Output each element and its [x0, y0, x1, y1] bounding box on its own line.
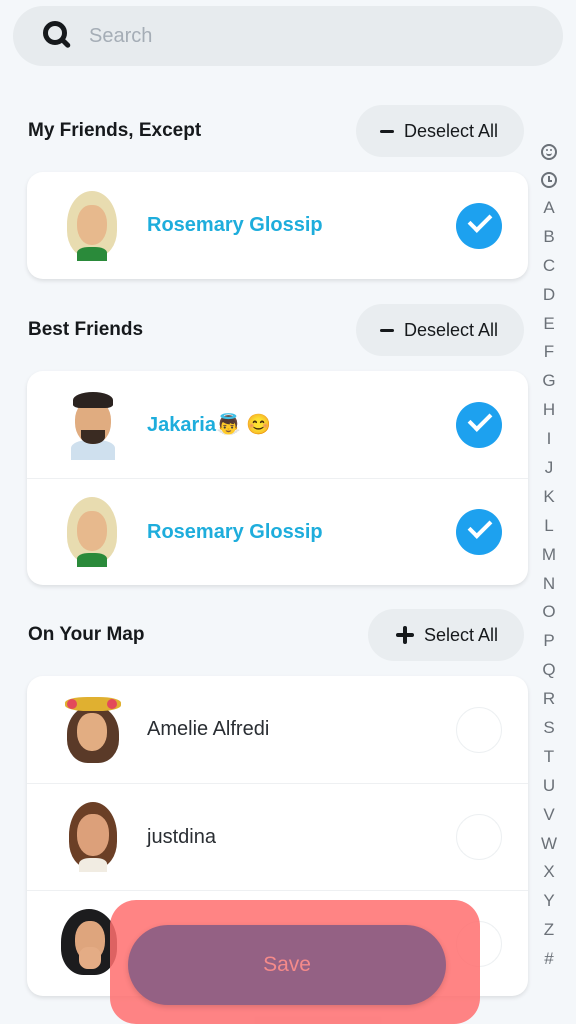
avatar: [65, 190, 121, 261]
index-letter[interactable]: A: [543, 194, 554, 223]
index-letter[interactable]: P: [543, 627, 554, 656]
friend-list-card: Rosemary Glossip: [27, 172, 528, 279]
index-letter[interactable]: U: [543, 772, 555, 801]
friend-list-card: Jakaria👼 😊 Rosemary Glossip: [27, 371, 528, 585]
button-label: Select All: [423, 624, 498, 645]
index-letter[interactable]: I: [547, 425, 552, 454]
section-best-friends: Best Friends Deselect All: [28, 304, 524, 356]
checkbox-selected[interactable]: [456, 401, 502, 448]
index-letter[interactable]: O: [542, 598, 555, 627]
index-letter[interactable]: Q: [542, 656, 555, 685]
list-item[interactable]: Amelie Alfredi: [27, 676, 528, 783]
index-letter[interactable]: Z: [544, 916, 554, 945]
checkbox-unselected[interactable]: [456, 706, 502, 753]
index-letter[interactable]: B: [543, 223, 554, 252]
index-letter[interactable]: X: [543, 858, 554, 887]
checkbox-selected[interactable]: [456, 509, 502, 555]
button-label: Deselect All: [403, 120, 498, 141]
index-letter[interactable]: J: [545, 454, 554, 483]
list-item[interactable]: Jakaria👼 😊: [27, 371, 528, 478]
section-title: Best Friends: [28, 319, 144, 340]
index-letter[interactable]: Y: [543, 887, 554, 916]
index-letter[interactable]: V: [543, 801, 554, 830]
select-all-button[interactable]: Select All: [367, 609, 524, 661]
index-letter[interactable]: F: [544, 338, 554, 367]
index-letter[interactable]: D: [543, 281, 555, 310]
index-letter[interactable]: #: [544, 945, 553, 974]
list-item[interactable]: Rosemary Glossip: [27, 478, 528, 585]
index-letter[interactable]: M: [542, 541, 556, 570]
section-title: On Your Map: [28, 624, 145, 645]
save-button[interactable]: Save: [128, 925, 446, 1005]
avatar: [65, 802, 121, 872]
avatar: [61, 909, 117, 979]
smiley-icon[interactable]: [541, 144, 557, 160]
index-letter[interactable]: C: [543, 252, 555, 281]
deselect-all-button[interactable]: Deselect All: [355, 304, 524, 356]
search-bar[interactable]: [13, 6, 563, 66]
index-letter[interactable]: W: [541, 830, 557, 859]
index-letter[interactable]: T: [544, 743, 554, 772]
checkbox-unselected[interactable]: [456, 814, 502, 860]
search-icon: [41, 19, 75, 53]
list-item[interactable]: justdina: [27, 783, 528, 890]
checkbox-selected[interactable]: [456, 202, 502, 249]
section-my-friends-except: My Friends, Except Deselect All: [28, 105, 524, 157]
avatar: [65, 390, 121, 460]
index-letter[interactable]: R: [543, 685, 555, 714]
plus-icon: [395, 626, 414, 644]
alphabet-index[interactable]: A B C D E F G H I J K L M N O P Q R S T …: [536, 138, 562, 974]
index-letter[interactable]: N: [543, 570, 555, 599]
search-input[interactable]: [89, 24, 509, 48]
index-letter[interactable]: L: [544, 512, 553, 541]
index-letter[interactable]: G: [542, 367, 555, 396]
avatar: [65, 497, 121, 567]
deselect-all-button[interactable]: Deselect All: [355, 105, 524, 157]
index-letter[interactable]: K: [543, 483, 554, 512]
index-letter[interactable]: S: [543, 714, 554, 743]
avatar: [65, 695, 121, 765]
section-title: My Friends, Except: [28, 120, 202, 141]
list-item[interactable]: Rosemary Glossip: [27, 172, 528, 279]
minus-icon: [379, 129, 394, 133]
section-on-your-map: On Your Map Select All: [28, 609, 524, 661]
index-letter[interactable]: H: [543, 396, 555, 425]
minus-icon: [379, 328, 394, 332]
button-label: Deselect All: [403, 319, 498, 340]
index-letter[interactable]: E: [543, 310, 554, 339]
clock-icon[interactable]: [541, 172, 557, 188]
